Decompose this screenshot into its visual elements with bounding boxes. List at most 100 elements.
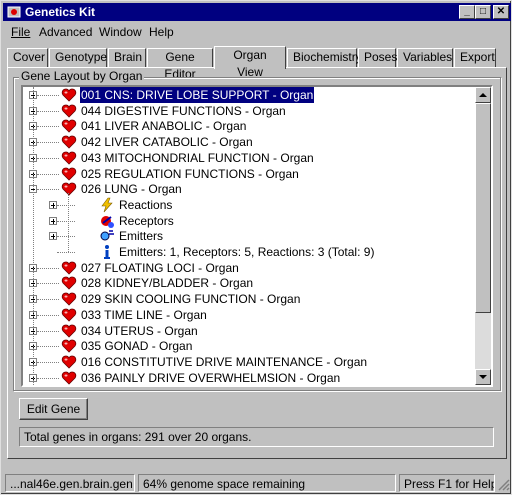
scroll-down-button[interactable]	[475, 369, 491, 385]
tree-item-label: 035 GONAD - Organ	[81, 339, 193, 354]
vertical-scrollbar[interactable]	[475, 87, 491, 385]
tab-gene-editor[interactable]: Gene Editor	[147, 48, 213, 81]
tree-item-label: 034 UTERUS - Organ	[81, 323, 198, 338]
tree-organ-item[interactable]: 016 CONSTITUTIVE DRIVE MAINTENANCE - Org…	[23, 354, 475, 370]
heart-icon	[61, 88, 77, 102]
receptor-icon	[101, 215, 114, 228]
scroll-thumb[interactable]	[475, 103, 491, 313]
heart-icon	[61, 292, 77, 306]
tree-item-label: 026 LUNG - Organ	[81, 182, 182, 197]
tree-connector	[37, 299, 59, 301]
tree-item-label: Emitters: 1, Receptors: 5, Reactions: 3 …	[119, 245, 375, 259]
maximize-button[interactable]: □	[475, 5, 491, 19]
close-button[interactable]: ✕	[493, 5, 509, 19]
tree-connector	[37, 126, 59, 128]
tree-organ-item[interactable]: 036 PAINLY DRIVE OVERWHELMSION - Organ	[23, 370, 475, 385]
tree-organ-item[interactable]: 029 SKIN COOLING FUNCTION - Organ	[23, 291, 475, 307]
summary-box: Total genes in organs: 291 over 20 organ…	[19, 427, 494, 447]
tree-item-label: 001 CNS: DRIVE LOBE SUPPORT - Organ	[78, 87, 316, 104]
tree-connector	[37, 377, 59, 379]
tree-organ-item[interactable]: 041 LIVER ANABOLIC - Organ	[23, 118, 475, 134]
expand-toggle[interactable]	[49, 216, 57, 225]
tab-brain[interactable]: Brain	[108, 48, 146, 67]
tab-genotype[interactable]: Genotype	[49, 48, 107, 67]
tree-organ-item[interactable]: 043 MITOCHONDRIAL FUNCTION - Organ	[23, 150, 475, 166]
heart-icon	[61, 371, 77, 385]
tree-child-item[interactable]: Emitters: 1, Receptors: 5, Reactions: 3 …	[23, 244, 475, 260]
group-label: Gene Layout by Organ	[19, 69, 145, 83]
tree-organ-item[interactable]: 034 UTERUS - Organ	[23, 323, 475, 339]
tree-item-label: 036 PAINLY DRIVE OVERWHELMSION - Organ	[81, 370, 341, 385]
tree-organ-item[interactable]: 026 LUNG - Organ	[23, 181, 475, 197]
tree-connector	[37, 110, 59, 112]
tree-item-label: Emitters	[119, 229, 164, 244]
menu-advanced[interactable]: Advanced	[39, 25, 92, 39]
tree-child-item[interactable]: Emitters	[23, 228, 475, 244]
tree-connector	[37, 361, 59, 363]
organ-tree[interactable]: 001 CNS: DRIVE LOBE SUPPORT - Organ 044 D…	[21, 85, 493, 387]
tab-strip: Cover Genotype Brain Gene Editor Organ V…	[7, 46, 507, 81]
tab-export[interactable]: Export	[454, 48, 496, 67]
tree-organ-item[interactable]: 033 TIME LINE - Organ	[23, 307, 475, 323]
tree-organ-item[interactable]: 028 KIDNEY/BLADDER - Organ	[23, 275, 475, 291]
tree-organ-item[interactable]: 042 LIVER CATABOLIC - Organ	[23, 134, 475, 150]
tree-organ-item[interactable]: 027 FLOATING LOCI - Organ	[23, 260, 475, 276]
tree-content: 001 CNS: DRIVE LOBE SUPPORT - Organ 044 D…	[23, 87, 475, 385]
heart-icon	[61, 339, 77, 353]
menu-window[interactable]: Window	[99, 25, 142, 39]
menu-help[interactable]: Help	[149, 25, 174, 39]
tree-connector	[37, 189, 59, 191]
tree-organ-item[interactable]: 044 DIGESTIVE FUNCTIONS - Organ	[23, 103, 475, 119]
status-bar: ...nal46e.gen.brain.gen 64% genome space…	[3, 473, 511, 493]
arrow-up-icon	[479, 93, 487, 97]
expand-toggle[interactable]	[49, 232, 57, 241]
heart-icon	[61, 151, 77, 165]
menu-bar: File Advanced Window Help	[3, 23, 511, 41]
tree-child-item[interactable]: Reactions	[23, 197, 475, 213]
tree-item-label: 027 FLOATING LOCI - Organ	[81, 260, 239, 275]
scroll-up-button[interactable]	[475, 87, 491, 103]
tree-connector	[57, 220, 75, 222]
tree-organ-item[interactable]: 025 REGULATION FUNCTIONS - Organ	[23, 166, 475, 182]
tree-item-label: Receptors	[119, 213, 174, 228]
tree-connector	[37, 314, 59, 316]
heart-icon	[61, 119, 77, 133]
expand-toggle[interactable]	[49, 200, 57, 209]
info-icon	[104, 245, 110, 259]
tab-cover[interactable]: Cover	[7, 48, 48, 67]
tree-connector	[37, 346, 59, 348]
tree-item-label: 043 MITOCHONDRIAL FUNCTION - Organ	[81, 150, 314, 165]
tab-variables[interactable]: Variables	[397, 48, 453, 67]
edit-gene-button[interactable]: Edit Gene	[19, 398, 88, 420]
tree-connector	[37, 142, 59, 144]
status-space: 64% genome space remaining	[138, 474, 396, 492]
window-title: Genetics Kit	[25, 5, 96, 19]
tree-organ-item[interactable]: 001 CNS: DRIVE LOBE SUPPORT - Organ	[23, 87, 475, 104]
tree-connector	[57, 204, 75, 206]
lightning-icon	[101, 197, 113, 213]
tree-item-label: 016 CONSTITUTIVE DRIVE MAINTENANCE - Org…	[81, 354, 368, 369]
resize-grip-icon[interactable]	[497, 478, 510, 491]
heart-icon	[61, 182, 77, 196]
status-help: Press F1 for Help	[399, 474, 495, 492]
minimize-button[interactable]: _	[459, 5, 475, 19]
status-file: ...nal46e.gen.brain.gen	[5, 474, 135, 492]
tree-item-label: 042 LIVER CATABOLIC - Organ	[81, 135, 253, 150]
tree-root-line	[33, 87, 34, 385]
tree-item-label: 041 LIVER ANABOLIC - Organ	[81, 119, 247, 134]
heart-icon	[61, 324, 77, 338]
tab-poses[interactable]: Poses	[358, 48, 397, 67]
tree-item-label: 029 SKIN COOLING FUNCTION - Organ	[81, 292, 301, 307]
tree-item-label: 033 TIME LINE - Organ	[81, 307, 207, 322]
title-bar[interactable]: Genetics Kit _ □ ✕	[3, 3, 511, 21]
genetics-kit-window: Genetics Kit _ □ ✕ File Advanced Window …	[0, 0, 512, 495]
heart-icon	[61, 261, 77, 275]
tree-branch-line	[68, 193, 69, 252]
tree-connector	[37, 283, 59, 285]
menu-file[interactable]: File	[11, 25, 30, 39]
tree-child-item[interactable]: Receptors	[23, 213, 475, 229]
tree-connector	[37, 95, 59, 96]
tab-biochemistry[interactable]: Biochemistry	[287, 48, 362, 67]
tree-organ-item[interactable]: 035 GONAD - Organ	[23, 338, 475, 354]
tab-organ-view[interactable]: Organ View	[214, 46, 286, 79]
